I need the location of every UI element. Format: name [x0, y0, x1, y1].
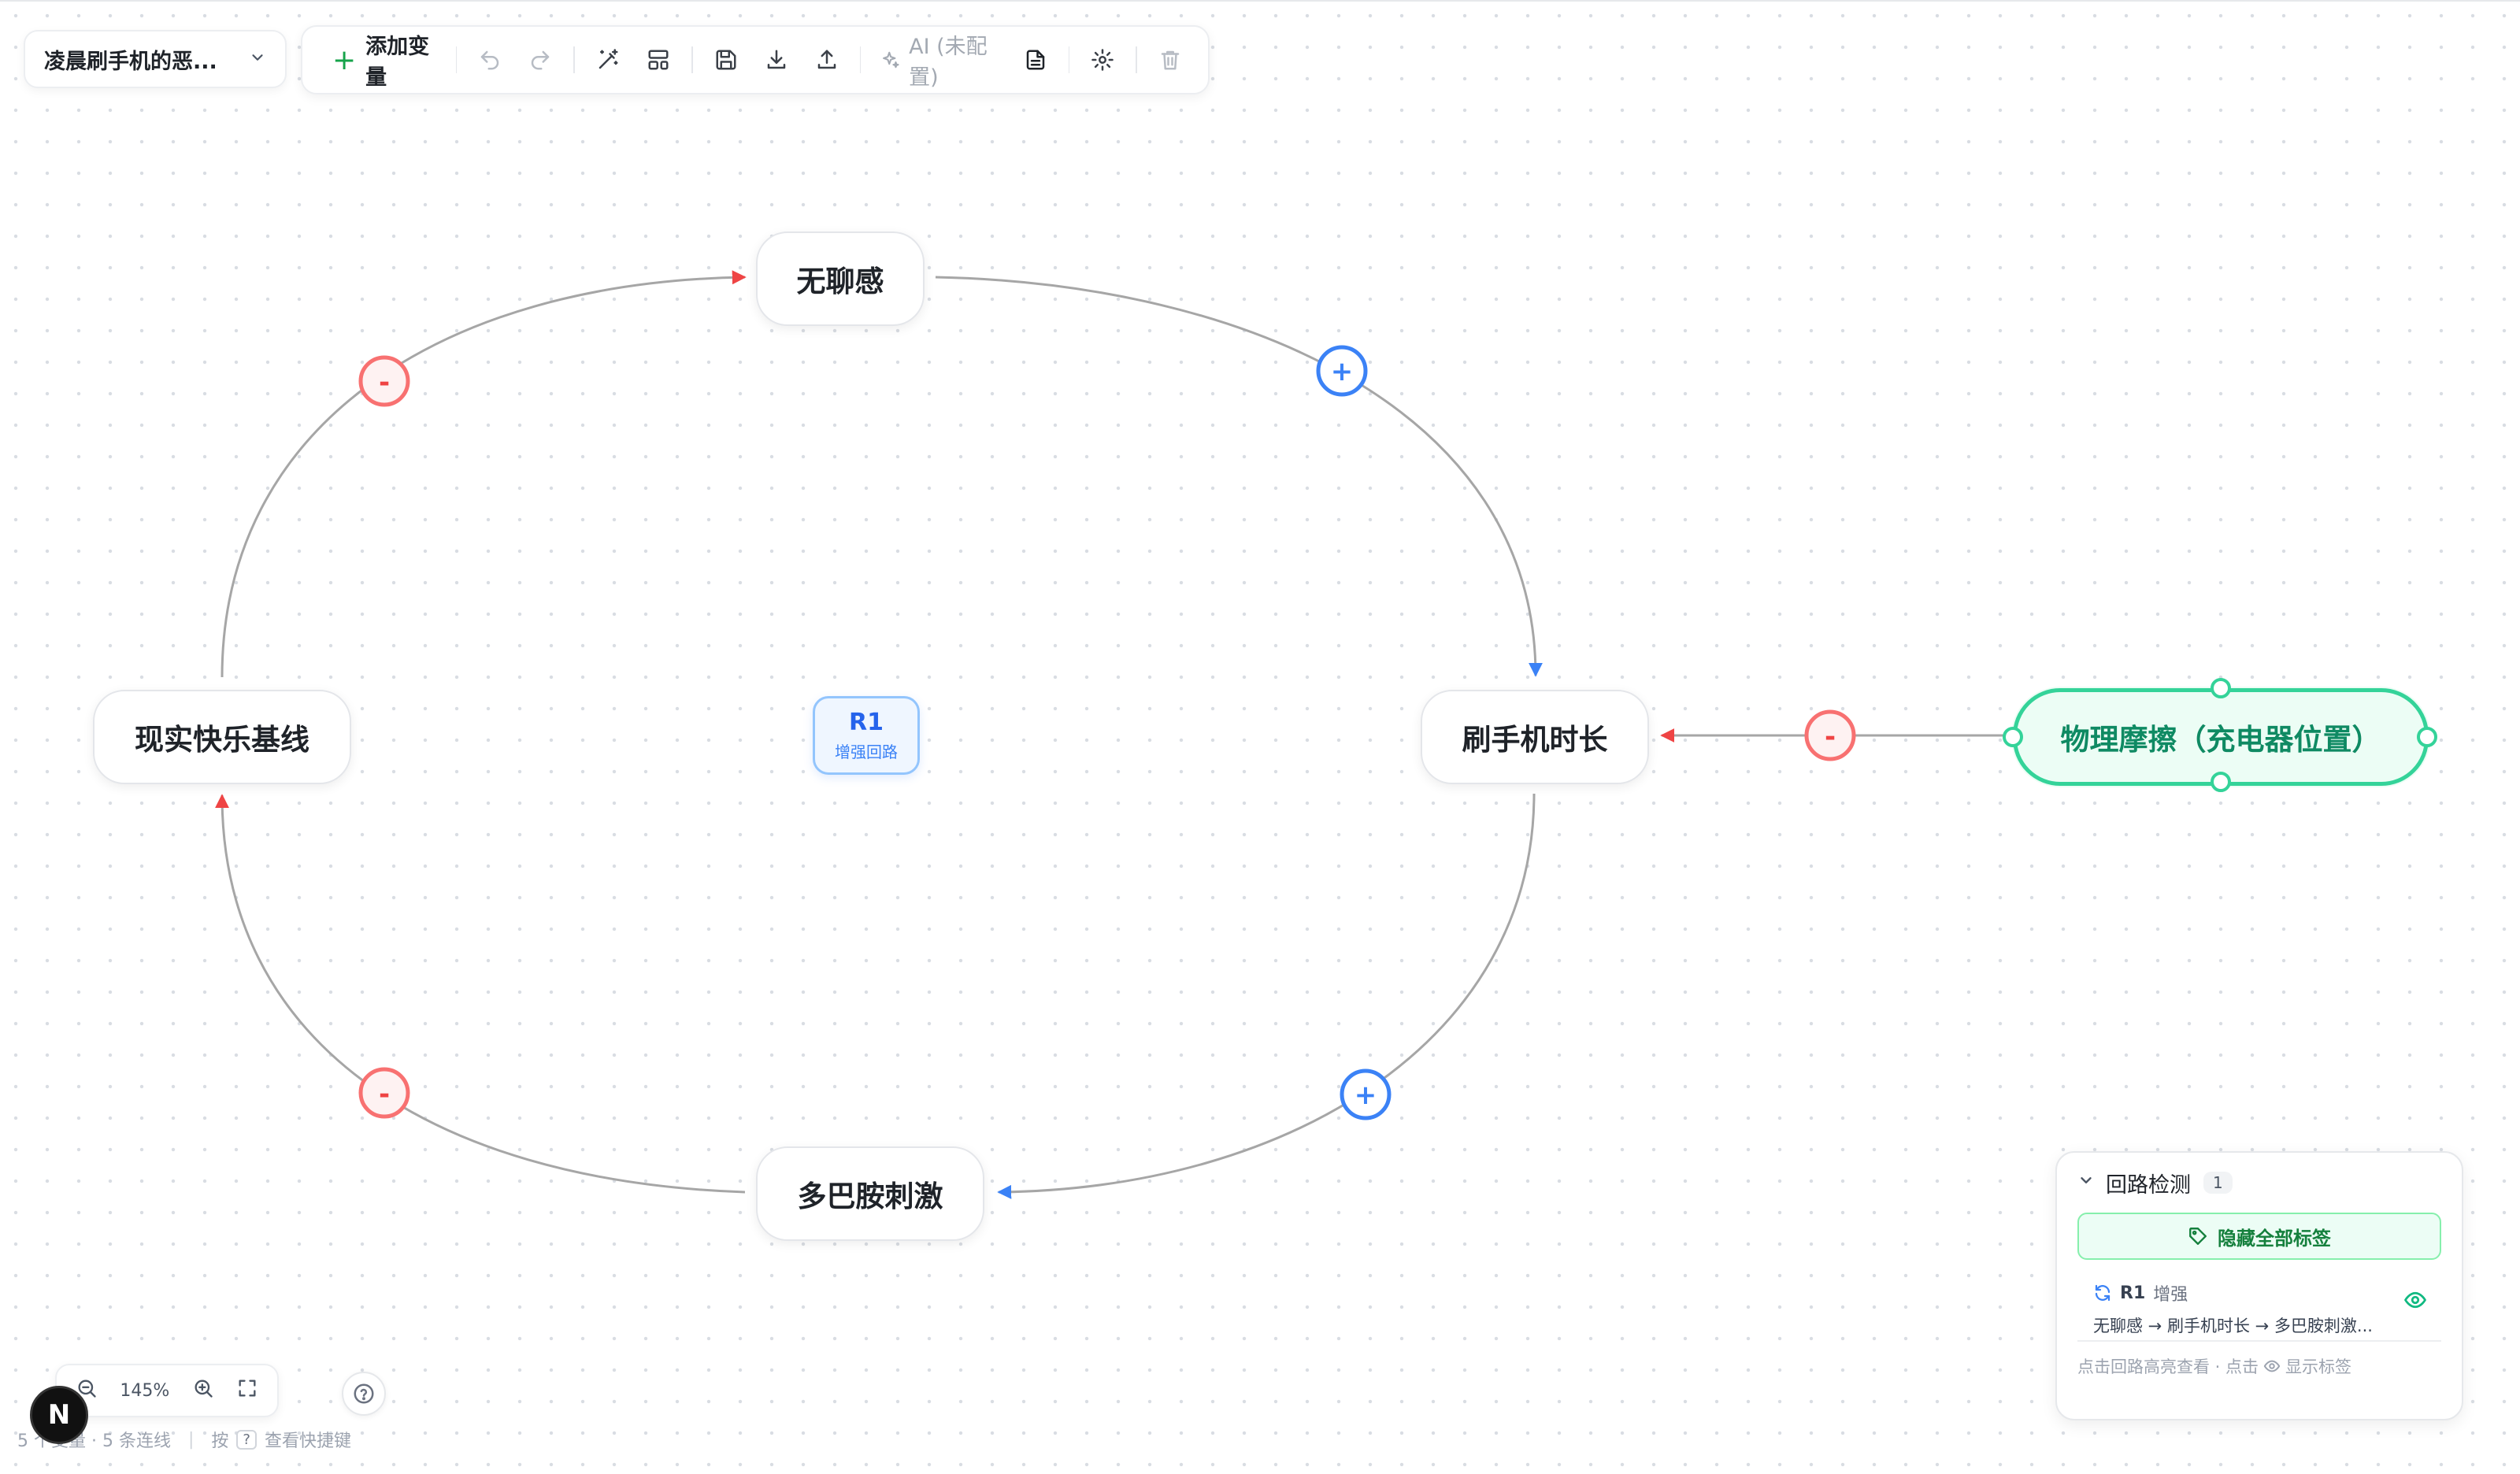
edge-happiness-to-boredom[interactable]	[220, 270, 747, 678]
connection-handle[interactable]	[2211, 678, 2231, 698]
connection-handle[interactable]	[2003, 727, 2023, 747]
chevron-down-icon	[2077, 1172, 2095, 1194]
help-icon	[354, 1383, 374, 1404]
node-label: 刷手机时长	[1462, 723, 1608, 757]
polarity-marker[interactable]: -	[358, 355, 410, 407]
edge-boredom-to-phone-time[interactable]	[935, 276, 1543, 677]
shortcut-key: ?	[236, 1429, 257, 1450]
zoom-controls: 145%	[55, 1364, 279, 1417]
node-phone-time[interactable]: 刷手机时长	[1421, 690, 1649, 784]
refresh-icon	[2095, 1284, 2110, 1302]
tag-icon	[2189, 1228, 2207, 1245]
zoom-in-icon	[195, 1380, 213, 1398]
help-button[interactable]	[342, 1372, 386, 1416]
shortcut-hint-prefix: 按	[211, 1431, 229, 1451]
polarity-marker[interactable]: +	[1316, 345, 1368, 397]
loop-panel-hint: 点击回路高亮查看 · 点击 显示标签	[2077, 1354, 2441, 1378]
eye-icon	[2263, 1360, 2281, 1372]
polarity-label: -	[379, 367, 390, 398]
node-dopamine[interactable]: 多巴胺刺激	[756, 1146, 984, 1241]
brand-avatar[interactable]: N	[30, 1386, 88, 1444]
connection-handle[interactable]	[2211, 772, 2231, 792]
loop-badge-r1[interactable]: R1 增强回路	[813, 696, 920, 775]
loop-count-badge: 1	[2203, 1172, 2233, 1194]
loop-type: 增强回路	[835, 743, 898, 761]
polarity-label: +	[1354, 1080, 1377, 1111]
loop-panel-header[interactable]: 回路检测 1	[2077, 1153, 2441, 1213]
polarity-label: -	[379, 1079, 390, 1110]
shortcut-hint-suffix: 查看快捷键	[264, 1431, 351, 1451]
status-divider: |	[187, 1429, 195, 1450]
polarity-label: -	[1825, 721, 1836, 753]
polarity-marker[interactable]: -	[1804, 709, 1856, 761]
loop-detection-panel: 回路检测 1 隐藏全部标签 R1 增强 无聊感 → 刷手机时长 → 多巴胺刺激.…	[2055, 1151, 2463, 1420]
polarity-marker[interactable]: +	[1340, 1068, 1392, 1120]
hint-text-right: 显示标签	[2285, 1357, 2352, 1376]
node-label: 现实快乐基线	[135, 723, 309, 757]
fit-view-button[interactable]	[236, 1377, 258, 1404]
eye-icon[interactable]	[2403, 1288, 2427, 1315]
loop-list-item[interactable]: R1 增强 无聊感 → 刷手机时长 → 多巴胺刺激...	[2077, 1260, 2441, 1335]
hint-text-left: 点击回路高亮查看 · 点击	[2077, 1357, 2259, 1376]
edge-phone-time-to-dopamine[interactable]	[997, 793, 1536, 1199]
loop-item-id: R1	[2120, 1283, 2146, 1303]
loop-panel-title: 回路检测	[2106, 1172, 2191, 1198]
connection-handle[interactable]	[2417, 727, 2437, 747]
node-boredom[interactable]: 无聊感	[756, 231, 925, 326]
zoom-in-button[interactable]	[192, 1377, 214, 1404]
edge-dopamine-to-happiness[interactable]	[215, 794, 746, 1194]
node-label: 多巴胺刺激	[797, 1180, 943, 1213]
fullscreen-icon	[239, 1380, 256, 1397]
zoom-level: 145%	[120, 1380, 170, 1401]
polarity-marker[interactable]: -	[358, 1067, 410, 1119]
polarity-label: +	[1331, 356, 1354, 387]
hide-all-labels-button[interactable]: 隐藏全部标签	[2077, 1213, 2441, 1260]
node-label: 物理摩擦（充电器位置）	[2060, 723, 2381, 757]
node-label: 无聊感	[796, 265, 884, 298]
loop-item-path: 无聊感 → 刷手机时长 → 多巴胺刺激...	[2093, 1317, 2373, 1335]
node-happiness-baseline[interactable]: 现实快乐基线	[93, 690, 351, 784]
brand-letter: N	[47, 1399, 71, 1431]
divider	[2077, 1340, 2441, 1342]
hide-all-labels-label: 隐藏全部标签	[2218, 1227, 2331, 1250]
loop-id: R1	[849, 709, 884, 736]
loop-item-type: 增强	[2153, 1285, 2188, 1305]
